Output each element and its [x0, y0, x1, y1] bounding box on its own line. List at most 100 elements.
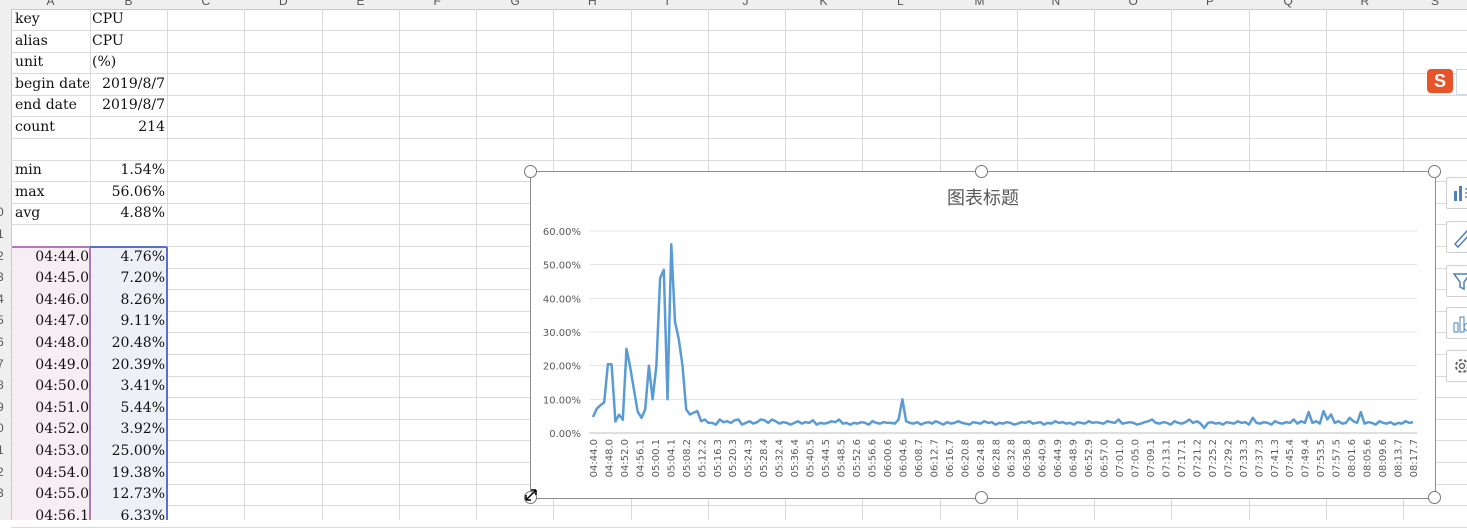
column-letter-q[interactable]: Q [1284, 0, 1293, 8]
x-tick-label: 06:12.7 [929, 439, 940, 477]
row-number[interactable]: 6 [0, 335, 7, 349]
cell-time[interactable]: 04:47.0 [15, 311, 89, 332]
cell-cpu-value[interactable]: 12.73% [92, 484, 165, 505]
chart-filters-button[interactable] [1446, 265, 1467, 297]
cell-cpu-value[interactable]: 19.38% [92, 463, 165, 484]
cell-cpu-value[interactable]: 4.76% [92, 247, 165, 268]
column-letter-p[interactable]: P [1206, 0, 1214, 8]
cpu-line-chart[interactable]: 图表标题 0.00% 10.00% 20.00% 30.00% 40.00% 50.00% 6… [530, 171, 1436, 499]
cell-time[interactable]: 04:51.0 [15, 398, 89, 419]
y-tick-label: 60.00% [543, 227, 581, 238]
cell-cpu-value[interactable]: 8.26% [92, 290, 165, 311]
cell-time[interactable]: 04:46.0 [15, 290, 89, 311]
column-letter-j[interactable]: J [743, 0, 749, 8]
cell-stat-value[interactable]: 4.88% [92, 203, 165, 224]
chart-type-button[interactable] [1446, 307, 1467, 339]
cell-time[interactable]: 04:50.0 [15, 376, 89, 397]
column-letter-o[interactable]: O [1129, 0, 1138, 8]
row-number[interactable]: 9 [0, 400, 7, 414]
column-letter-h[interactable]: H [588, 0, 597, 8]
column-letter-l[interactable]: L [897, 0, 904, 8]
cell-value[interactable]: CPU [92, 31, 165, 52]
row-number[interactable]: 5 [0, 313, 7, 327]
cell-time[interactable]: 04:45.0 [15, 268, 89, 289]
cell-cpu-value[interactable]: 3.41% [92, 376, 165, 397]
cell-time[interactable]: 04:48.0 [15, 333, 89, 354]
row-number[interactable]: 2 [0, 465, 7, 479]
column-letter-c[interactable]: C [202, 0, 211, 8]
row-number[interactable]: 8 [0, 378, 7, 392]
row-number[interactable]: 3 [0, 486, 7, 500]
row-number[interactable]: 0 [0, 421, 7, 435]
x-tick-label: 08:01.6 [1347, 439, 1358, 477]
x-tick-label: 05:40.5 [806, 439, 817, 477]
chart-settings-button[interactable] [1446, 350, 1467, 382]
cell-cpu-value[interactable]: 7.20% [92, 268, 165, 289]
column-letter-f[interactable]: F [434, 0, 441, 8]
x-tick-label: 05:48.5 [837, 439, 848, 477]
cell-label[interactable]: end date [15, 95, 89, 116]
column-letter-s[interactable]: S [1431, 0, 1439, 8]
cell-value[interactable]: CPU [92, 9, 165, 30]
cell-time[interactable]: 04:56.1 [15, 506, 89, 527]
column-letter-a[interactable]: A [47, 0, 55, 8]
cell-stat-label[interactable]: avg [15, 203, 89, 224]
cell-time[interactable]: 04:44.0 [15, 247, 89, 268]
cell-time[interactable]: 04:52.0 [15, 419, 89, 440]
cell-time[interactable]: 04:55.0 [15, 484, 89, 505]
ime-toolbar-edge[interactable] [1456, 69, 1467, 95]
row-number[interactable]: 7 [0, 357, 7, 371]
chart-resize-handle-top[interactable] [975, 165, 988, 178]
row-number[interactable]: 4 [0, 292, 7, 306]
chart-resize-handle-bottom[interactable] [975, 491, 988, 504]
cell-label[interactable]: begin date [15, 74, 89, 95]
cell-label[interactable]: key [15, 9, 89, 30]
column-letter-b[interactable]: B [125, 0, 133, 8]
cell-cpu-value[interactable]: 9.11% [92, 311, 165, 332]
cell-label[interactable]: count [15, 117, 89, 138]
cell-stat-label[interactable]: min [15, 160, 89, 181]
row-number[interactable]: 3 [0, 270, 7, 284]
cell-time[interactable]: 04:54.0 [15, 463, 89, 484]
row-divider [11, 52, 1467, 53]
cell-stat-value[interactable]: 56.06% [92, 182, 165, 203]
x-tick-label: 07:29.2 [1223, 439, 1234, 477]
cell-stat-label[interactable]: max [15, 182, 89, 203]
row-number[interactable]: 1 [0, 443, 7, 457]
column-letter-g[interactable]: G [511, 0, 520, 8]
row-divider [11, 160, 1467, 161]
cell-value[interactable]: 214 [92, 117, 165, 138]
x-tick-label: 06:28.8 [991, 439, 1002, 477]
cell-cpu-value[interactable]: 3.92% [92, 419, 165, 440]
column-letter-r[interactable]: R [1361, 0, 1370, 8]
column-letter-i[interactable]: I [666, 0, 669, 8]
chart-elements-button[interactable] [1446, 177, 1467, 209]
cell-cpu-value[interactable]: 25.00% [92, 441, 165, 462]
cell-value[interactable]: 2019/8/7 [92, 74, 165, 95]
row-number[interactable]: 1 [0, 227, 7, 241]
cell-value[interactable]: (%) [92, 52, 165, 73]
column-letter-e[interactable]: E [357, 0, 365, 8]
chart-resize-handle-top-right[interactable] [1428, 165, 1441, 178]
chart-styles-button[interactable] [1446, 221, 1467, 253]
cell-stat-value[interactable]: 1.54% [92, 160, 165, 181]
cell-label[interactable]: alias [15, 31, 89, 52]
cell-label[interactable]: unit [15, 52, 89, 73]
cell-value[interactable]: 2019/8/7 [92, 95, 165, 116]
column-letter-k[interactable]: K [820, 0, 828, 8]
cell-cpu-value[interactable]: 20.48% [92, 333, 165, 354]
row-number[interactable]: 2 [0, 249, 7, 263]
column-letter-m[interactable]: M [975, 0, 985, 8]
cell-time[interactable]: 04:53.0 [15, 441, 89, 462]
cell-cpu-value[interactable]: 6.33% [92, 506, 165, 527]
cell-cpu-value[interactable]: 5.44% [92, 398, 165, 419]
column-letter-n[interactable]: N [1052, 0, 1061, 8]
sogou-ime-icon[interactable]: S [1427, 69, 1453, 93]
chart-resize-handle-top-left[interactable] [524, 165, 537, 178]
row-divider [11, 138, 1467, 139]
cell-cpu-value[interactable]: 20.39% [92, 355, 165, 376]
cell-time[interactable]: 04:49.0 [15, 355, 89, 376]
chart-resize-handle-bottom-right[interactable] [1428, 491, 1441, 504]
row-number[interactable]: 0 [0, 205, 7, 219]
column-letter-d[interactable]: D [279, 0, 288, 8]
